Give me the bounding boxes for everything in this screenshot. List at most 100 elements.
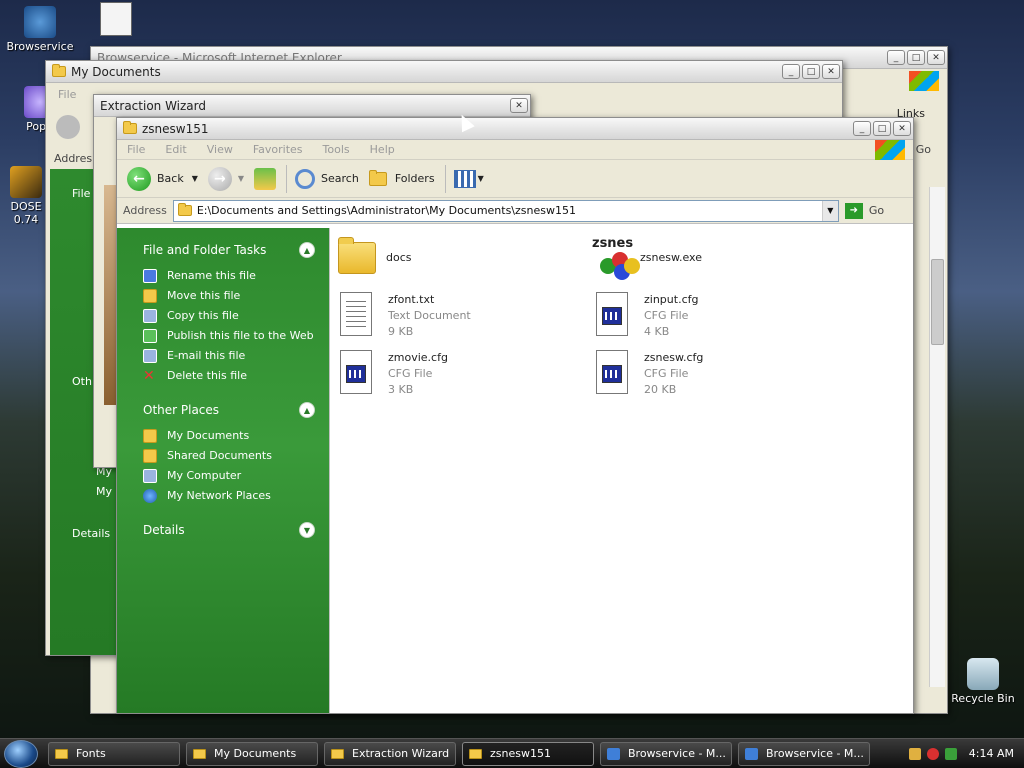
up-folder-button[interactable] bbox=[254, 167, 277, 190]
taskbar-button-browservice-1[interactable]: Browservice - M... bbox=[600, 741, 732, 766]
maximize-button[interactable]: □ bbox=[802, 64, 820, 79]
search-button[interactable]: Search bbox=[295, 168, 359, 189]
tray-network-icon[interactable] bbox=[944, 747, 957, 760]
task-delete[interactable]: ✕ Delete this file bbox=[143, 368, 315, 384]
menu-file[interactable]: File bbox=[127, 143, 145, 156]
menu-help[interactable]: Help bbox=[370, 143, 395, 156]
file-item-zinput-cfg[interactable]: zinput.cfg CFG File 4 KB bbox=[596, 292, 698, 340]
taskbar-button-zsnesw151[interactable]: zsnesw151 bbox=[462, 741, 594, 766]
menu-file[interactable]: File bbox=[58, 88, 76, 101]
desktop-icon-label: DOSE bbox=[10, 200, 42, 213]
details-header[interactable]: Details ▼ bbox=[143, 518, 315, 538]
tray-shield-icon[interactable] bbox=[926, 747, 939, 760]
cfg-file-icon bbox=[596, 292, 628, 336]
file-item-docs[interactable]: docs bbox=[338, 236, 412, 282]
taskbar-button-browservice-2[interactable]: Browservice - M... bbox=[738, 741, 870, 766]
toolbar-separator bbox=[286, 164, 288, 193]
file-name: docs bbox=[386, 251, 412, 264]
file-tasks-section: File and Folder Tasks ▲ Rename this file… bbox=[117, 238, 329, 384]
close-button[interactable]: ✕ bbox=[822, 64, 840, 79]
taskbar-label: zsnesw151 bbox=[490, 747, 551, 760]
place-my-documents[interactable]: My Documents bbox=[143, 428, 315, 444]
folder-icon bbox=[469, 748, 482, 759]
task-publish[interactable]: Publish this file to the Web bbox=[143, 328, 315, 344]
system-tray: 4:14 AM bbox=[908, 747, 1024, 760]
collapse-icon[interactable]: ▲ bbox=[299, 242, 315, 258]
minimize-button[interactable]: _ bbox=[782, 64, 800, 79]
file-type: CFG File bbox=[644, 367, 689, 380]
taskpane-link[interactable]: My bbox=[96, 485, 112, 498]
close-button[interactable]: ✕ bbox=[510, 98, 528, 113]
place-my-computer[interactable]: My Computer bbox=[143, 468, 315, 484]
zsnesw151-window[interactable]: zsnesw151 _ □ ✕ File Edit View Favorites… bbox=[116, 117, 914, 714]
menu-tools[interactable]: Tools bbox=[323, 143, 350, 156]
dropdown-arrow-icon[interactable]: ▼ bbox=[238, 174, 244, 183]
task-label: Delete this file bbox=[167, 369, 247, 382]
folder-icon bbox=[193, 748, 206, 759]
menu-view[interactable]: View bbox=[207, 143, 233, 156]
other-places-header[interactable]: Other Places ▲ bbox=[143, 398, 315, 418]
task-email[interactable]: E-mail this file bbox=[143, 348, 315, 364]
my-documents-title: My Documents bbox=[71, 64, 161, 79]
expand-icon[interactable]: ▼ bbox=[299, 522, 315, 538]
back-arrow-icon[interactable] bbox=[56, 115, 80, 139]
address-input[interactable]: E:\Documents and Settings\Administrator\… bbox=[172, 199, 839, 222]
folder-icon bbox=[52, 64, 66, 77]
task-rename[interactable]: Rename this file bbox=[143, 268, 315, 284]
folders-button[interactable]: Folders bbox=[368, 169, 435, 186]
file-item-zmovie-cfg[interactable]: zmovie.cfg CFG File 3 KB bbox=[340, 350, 448, 398]
task-copy[interactable]: Copy this file bbox=[143, 308, 315, 324]
other-places-section: Other Places ▲ My Documents Shared Docum… bbox=[117, 398, 329, 504]
minimize-button[interactable]: _ bbox=[887, 50, 905, 65]
file-tasks-header[interactable]: File and Folder Tasks ▲ bbox=[143, 238, 315, 258]
go-button[interactable]: ➜ Go bbox=[844, 202, 884, 219]
file-item-zsnesw-cfg[interactable]: zsnesw.cfg CFG File 20 KB bbox=[596, 350, 703, 398]
views-button[interactable]: ▼ bbox=[453, 169, 484, 188]
taskbar-button-fonts[interactable]: Fonts bbox=[48, 741, 180, 766]
file-item-zfont-txt[interactable]: zfont.txt Text Document 9 KB bbox=[340, 292, 471, 340]
place-shared-documents[interactable]: Shared Documents bbox=[143, 448, 315, 464]
desktop-icon-browservice[interactable]: Browservice bbox=[4, 6, 76, 53]
ie-go-button[interactable]: Go bbox=[916, 143, 931, 156]
my-documents-titlebar[interactable]: My Documents _ □ ✕ bbox=[46, 61, 842, 83]
taskbar-button-extraction-wizard[interactable]: Extraction Wizard bbox=[324, 741, 456, 766]
maximize-button[interactable]: □ bbox=[873, 121, 891, 136]
address-dropdown-button[interactable]: ▼ bbox=[821, 200, 838, 221]
file-size: 3 KB bbox=[388, 383, 414, 396]
maximize-button[interactable]: □ bbox=[907, 50, 925, 65]
desktop-file-icon[interactable] bbox=[100, 2, 132, 36]
address-bar: Address E:\Documents and Settings\Admini… bbox=[117, 198, 913, 224]
toolbar: ← Back ▼ → ▼ Search Folders ▼ bbox=[117, 160, 913, 198]
desktop-icon-recycle-bin[interactable]: Recycle Bin bbox=[944, 658, 1022, 705]
taskbar-button-my-documents[interactable]: My Documents bbox=[186, 741, 318, 766]
ie-icon bbox=[745, 747, 758, 760]
window-title: zsnesw151 bbox=[142, 121, 209, 136]
dropdown-arrow-icon[interactable]: ▼ bbox=[192, 174, 198, 183]
task-label: Move this file bbox=[167, 289, 241, 302]
close-button[interactable]: ✕ bbox=[927, 50, 945, 65]
file-item-zsnesw-exe[interactable]: zsnes zsnesw.exe bbox=[592, 236, 702, 282]
taskbar-label: Extraction Wizard bbox=[352, 747, 450, 760]
close-button[interactable]: ✕ bbox=[893, 121, 911, 136]
back-button[interactable]: ← Back ▼ bbox=[127, 166, 198, 191]
collapse-icon[interactable]: ▲ bbox=[299, 402, 315, 418]
minimize-button[interactable]: _ bbox=[853, 121, 871, 136]
menu-favorites[interactable]: Favorites bbox=[253, 143, 303, 156]
taskpane-heading: File bbox=[72, 187, 91, 200]
text-document-icon bbox=[340, 292, 372, 336]
dropdown-arrow-icon[interactable]: ▼ bbox=[478, 174, 484, 183]
forward-button[interactable]: → ▼ bbox=[207, 166, 244, 191]
ie-scrollbar[interactable] bbox=[929, 187, 945, 687]
clock[interactable]: 4:14 AM bbox=[969, 747, 1014, 760]
menu-edit[interactable]: Edit bbox=[165, 143, 186, 156]
tray-key-icon[interactable] bbox=[908, 747, 921, 760]
desktop-icon-label: Browservice bbox=[6, 40, 74, 53]
scrollbar-thumb[interactable] bbox=[931, 259, 944, 345]
start-button[interactable] bbox=[4, 739, 38, 768]
task-move[interactable]: Move this file bbox=[143, 288, 315, 304]
place-my-network[interactable]: My Network Places bbox=[143, 488, 315, 504]
main-titlebar[interactable]: zsnesw151 _ □ ✕ bbox=[117, 118, 913, 140]
folder-icon bbox=[123, 121, 137, 134]
recycle-bin-icon bbox=[967, 658, 999, 690]
go-arrow-icon: ➜ bbox=[844, 202, 863, 219]
